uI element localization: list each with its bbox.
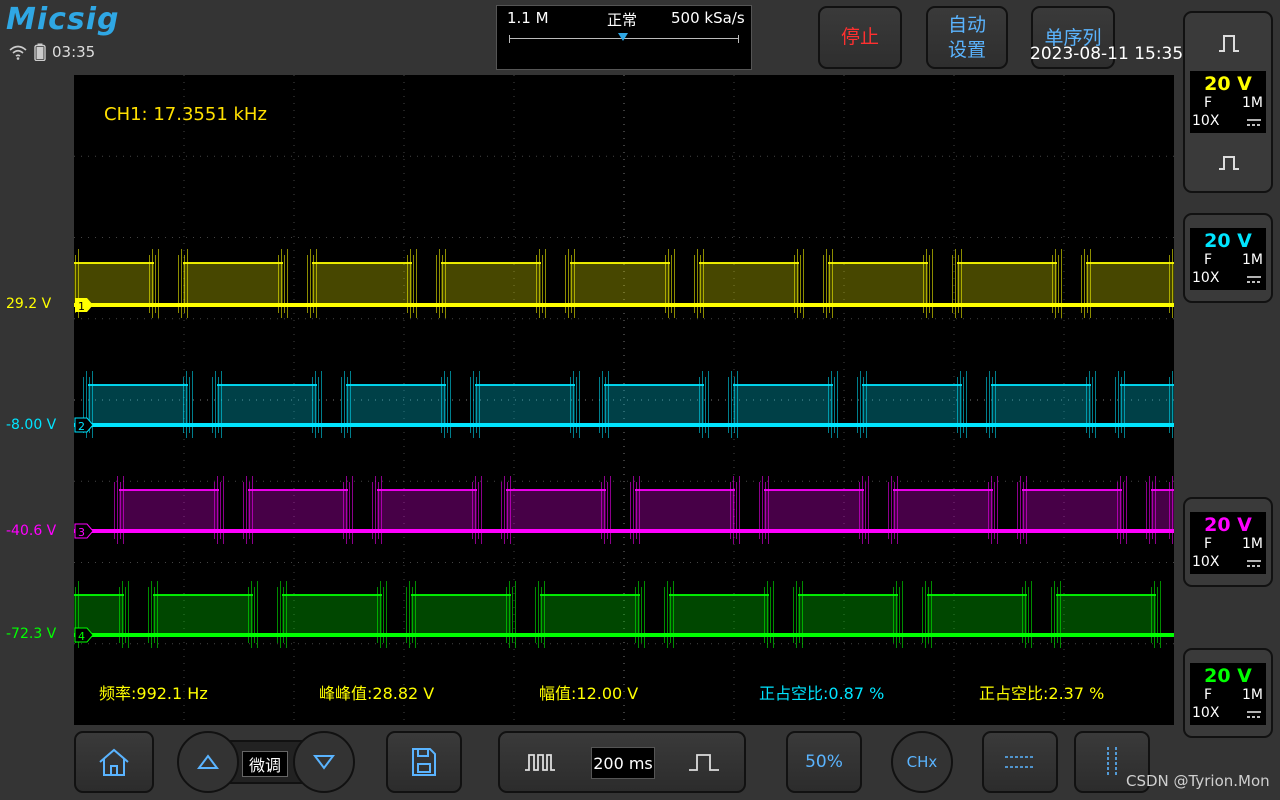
measurement-peak-to-peak: 峰峰值:28.82 V — [319, 684, 435, 703]
down-arrow-icon — [313, 755, 335, 770]
ch2-probe: 10X — [1192, 270, 1220, 286]
ch4-scale: 20 V — [1204, 665, 1252, 687]
ch2-scale: 20 V — [1204, 230, 1252, 252]
ch3-offset-label: -40.6 V — [6, 523, 57, 539]
fifty-percent-button[interactable]: 50% — [786, 731, 862, 793]
ch4-panel[interactable]: 20 V F 1M 10X — [1183, 648, 1273, 738]
ch1-panel[interactable]: 20 V F 1M 10X — [1183, 11, 1273, 193]
stop-label: 停止 — [840, 26, 879, 48]
single-pulse-icon — [689, 754, 719, 771]
ch2-impedance: 1M — [1242, 252, 1263, 268]
save-icon — [412, 748, 436, 776]
waveform-position-track[interactable] — [509, 33, 739, 43]
ch1-marker-number: 1 — [78, 300, 85, 313]
timebase-decrease-button[interactable] — [500, 733, 580, 791]
ch2-coupling: F — [1204, 252, 1213, 268]
ch3-impedance: 1M — [1242, 536, 1263, 552]
home-button[interactable] — [74, 731, 154, 793]
status-bar: 03:35 — [8, 42, 95, 62]
timebase-overview-bar[interactable]: 1.1 M 正常 500 kSa/s — [496, 5, 752, 70]
chx-label: CHx — [906, 753, 938, 771]
measurement-amplitude: 幅值:12.00 V — [539, 684, 639, 703]
cursor-vertical-icon — [1107, 747, 1117, 777]
ch4-coupling: F — [1204, 687, 1213, 703]
timebase-value[interactable]: 200 ms — [591, 747, 655, 779]
measurement-frequency: 频率:992.1 Hz — [99, 684, 208, 703]
ch4-probe: 10X — [1192, 705, 1220, 721]
ch1-coupling: F — [1204, 95, 1213, 111]
ch1-impedance: 1M — [1242, 95, 1263, 111]
ch3-marker[interactable]: 3 — [74, 523, 94, 539]
fine-tune-label: 微调 — [248, 756, 281, 775]
home-icon — [99, 748, 129, 776]
waveform-display[interactable]: 1 2 3 4 — [69, 75, 1179, 725]
ch1-offset-label: 29.2 V — [6, 296, 52, 312]
chx-button[interactable]: CHx — [891, 731, 953, 793]
measurement-duty-cycle-ch2: 正占空比:0.87 % — [759, 684, 885, 703]
ch3-probe: 10X — [1192, 554, 1220, 570]
ch3-scale: 20 V — [1204, 514, 1252, 536]
ch2-panel[interactable]: 20 V F 1M 10X — [1183, 213, 1273, 303]
ch2-settings-box[interactable]: 20 V F 1M 10X — [1190, 228, 1266, 290]
dc-coupling-icon — [1247, 276, 1261, 283]
ch1-settings-box[interactable]: 20 V F 1M 10X — [1190, 71, 1266, 133]
save-button[interactable] — [386, 731, 462, 793]
pulse-wave-icon — [525, 754, 555, 771]
wifi-icon — [9, 45, 27, 60]
dc-coupling-icon — [1247, 711, 1261, 718]
trigger-rising-icon[interactable] — [1217, 33, 1241, 53]
measurement-duty-cycle-ch1: 正占空比:2.37 % — [979, 684, 1105, 703]
trigger-falling-icon[interactable] — [1217, 153, 1241, 173]
ch2-trace — [74, 371, 1179, 438]
fifty-percent-label: 50% — [805, 752, 843, 772]
ch1-probe: 10X — [1192, 113, 1220, 129]
waveform-canvas: 1 2 3 4 — [69, 75, 1179, 725]
sample-rate: 500 kSa/s — [671, 9, 745, 27]
setup-label: 设置 — [947, 38, 986, 61]
decrease-button[interactable] — [293, 731, 355, 793]
micsig-logo: Micsig — [6, 2, 120, 37]
ch4-offset-label: -72.3 V — [6, 626, 57, 642]
memory-depth: 1.1 M — [507, 9, 549, 27]
ch4-trace — [69, 581, 1174, 648]
ch3-coupling: F — [1204, 536, 1213, 552]
ch4-settings-box[interactable]: 20 V F 1M 10X — [1190, 663, 1266, 725]
ch3-marker-number: 3 — [78, 526, 85, 539]
trigger-mode: 正常 — [607, 11, 638, 29]
fine-tune-toggle[interactable]: 微调 — [242, 751, 288, 777]
battery-icon — [34, 43, 46, 61]
clock: 03:35 — [52, 43, 96, 61]
ch1-trace — [69, 249, 1179, 318]
up-arrow-icon — [197, 754, 219, 769]
increase-button[interactable] — [177, 731, 239, 793]
stop-button[interactable]: 停止 — [818, 6, 902, 69]
ch1-scale: 20 V — [1204, 73, 1252, 95]
cursor-horizontal-icon — [1005, 756, 1035, 768]
ch3-settings-box[interactable]: 20 V F 1M 10X — [1190, 512, 1266, 574]
timebase-increase-button[interactable] — [664, 733, 744, 791]
dc-coupling-icon — [1247, 119, 1261, 126]
ch2-marker-number: 2 — [78, 420, 85, 433]
auto-setup-button[interactable]: 自动 设置 — [926, 6, 1008, 69]
ch3-panel[interactable]: 20 V F 1M 10X — [1183, 497, 1273, 587]
dc-coupling-icon — [1247, 560, 1261, 567]
timebase-label: 200 ms — [593, 753, 653, 773]
ch2-offset-label: -8.00 V — [6, 417, 57, 433]
frequency-readout: CH1: 17.3551 kHz — [104, 104, 267, 125]
ch4-impedance: 1M — [1242, 687, 1263, 703]
ch4-marker-number: 4 — [78, 630, 85, 643]
watermark: CSDN @Tyrion.Mon — [1126, 772, 1270, 790]
horizontal-cursor-button[interactable] — [982, 731, 1058, 793]
auto-label: 自动 — [947, 13, 986, 36]
trigger-position-marker-icon[interactable] — [618, 33, 628, 41]
